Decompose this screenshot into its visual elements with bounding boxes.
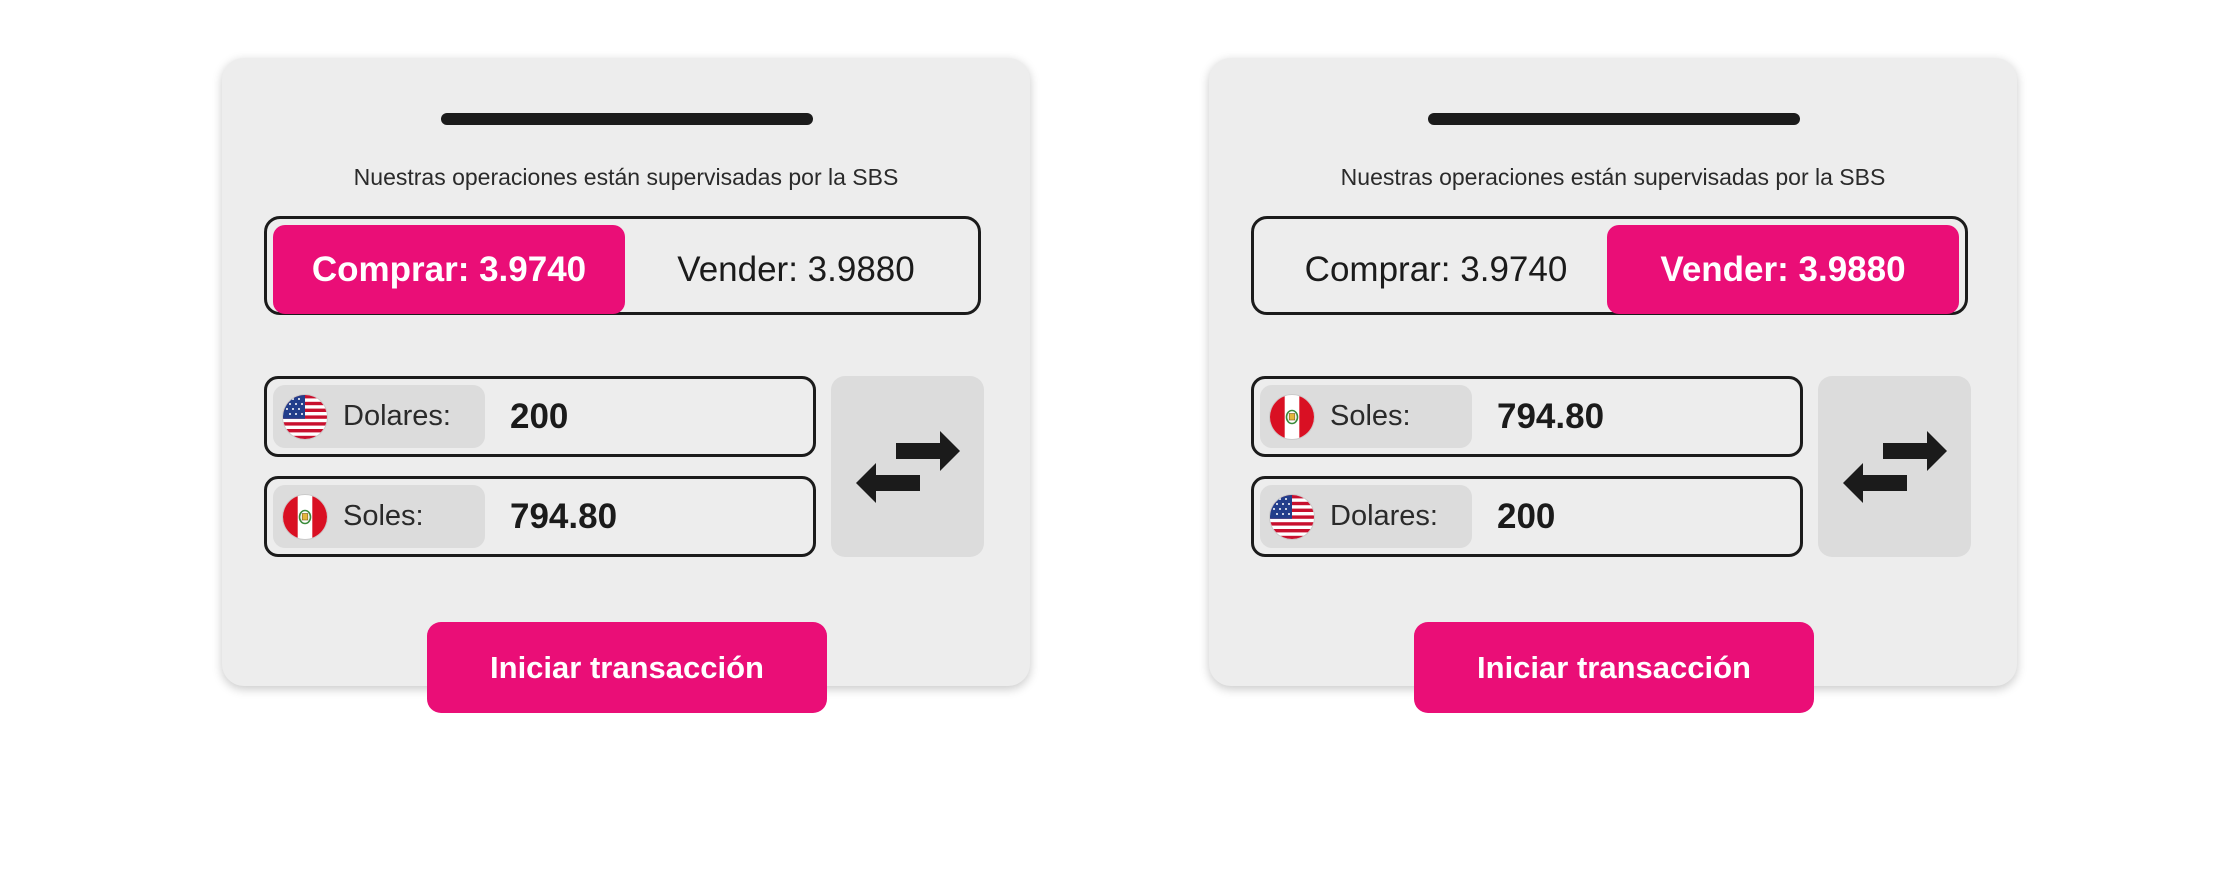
exchange-card-sell: Nuestras operaciones están supervisadas … bbox=[1209, 58, 2017, 713]
rate-toggle: Comprar: 3.9740 Vender: 3.9880 bbox=[1251, 216, 1968, 315]
currency-selector[interactable]: Soles: bbox=[1260, 385, 1472, 448]
amount-field-soles[interactable]: Soles: 794.80 bbox=[264, 476, 816, 557]
currency-label: Dolares: bbox=[343, 400, 451, 432]
currency-label: Soles: bbox=[343, 500, 424, 532]
us-flag-icon bbox=[283, 395, 327, 439]
swap-arrows-icon bbox=[1843, 427, 1947, 507]
amount-field-dollars[interactable]: Dolares: 200 bbox=[1251, 476, 1803, 557]
exchange-card-buy: Nuestras operaciones están supervisadas … bbox=[222, 58, 1030, 713]
sell-rate-button[interactable]: Vender: 3.9880 bbox=[1607, 225, 1959, 314]
sell-rate-button[interactable]: Vender: 3.9880 bbox=[620, 225, 972, 314]
swap-arrows-icon bbox=[856, 427, 960, 507]
drag-handle[interactable] bbox=[1428, 113, 1800, 125]
sbs-notice: Nuestras operaciones están supervisadas … bbox=[1340, 164, 1886, 190]
amount-input[interactable]: 200 bbox=[1497, 479, 1555, 554]
drag-handle[interactable] bbox=[441, 113, 813, 125]
rate-toggle: Comprar: 3.9740 Vender: 3.9880 bbox=[264, 216, 981, 315]
swap-button[interactable] bbox=[1818, 376, 1971, 557]
swap-button[interactable] bbox=[831, 376, 984, 557]
sbs-notice: Nuestras operaciones están supervisadas … bbox=[353, 164, 899, 190]
peru-flag-icon bbox=[1270, 395, 1314, 439]
currency-selector[interactable]: Dolares: bbox=[273, 385, 485, 448]
currency-label: Soles: bbox=[1330, 400, 1411, 432]
amount-input[interactable]: 794.80 bbox=[1497, 379, 1604, 454]
start-transaction-button[interactable]: Iniciar transacción bbox=[427, 622, 827, 713]
currency-label: Dolares: bbox=[1330, 500, 1438, 532]
peru-flag-icon bbox=[283, 495, 327, 539]
amount-input[interactable]: 200 bbox=[510, 379, 568, 454]
currency-selector[interactable]: Dolares: bbox=[1260, 485, 1472, 548]
currency-selector[interactable]: Soles: bbox=[273, 485, 485, 548]
amount-input[interactable]: 794.80 bbox=[510, 479, 617, 554]
amount-field-soles[interactable]: Soles: 794.80 bbox=[1251, 376, 1803, 457]
us-flag-icon bbox=[1270, 495, 1314, 539]
buy-rate-button[interactable]: Comprar: 3.9740 bbox=[273, 225, 625, 314]
buy-rate-button[interactable]: Comprar: 3.9740 bbox=[1260, 225, 1612, 314]
amount-field-dollars[interactable]: Dolares: 200 bbox=[264, 376, 816, 457]
start-transaction-button[interactable]: Iniciar transacción bbox=[1414, 622, 1814, 713]
